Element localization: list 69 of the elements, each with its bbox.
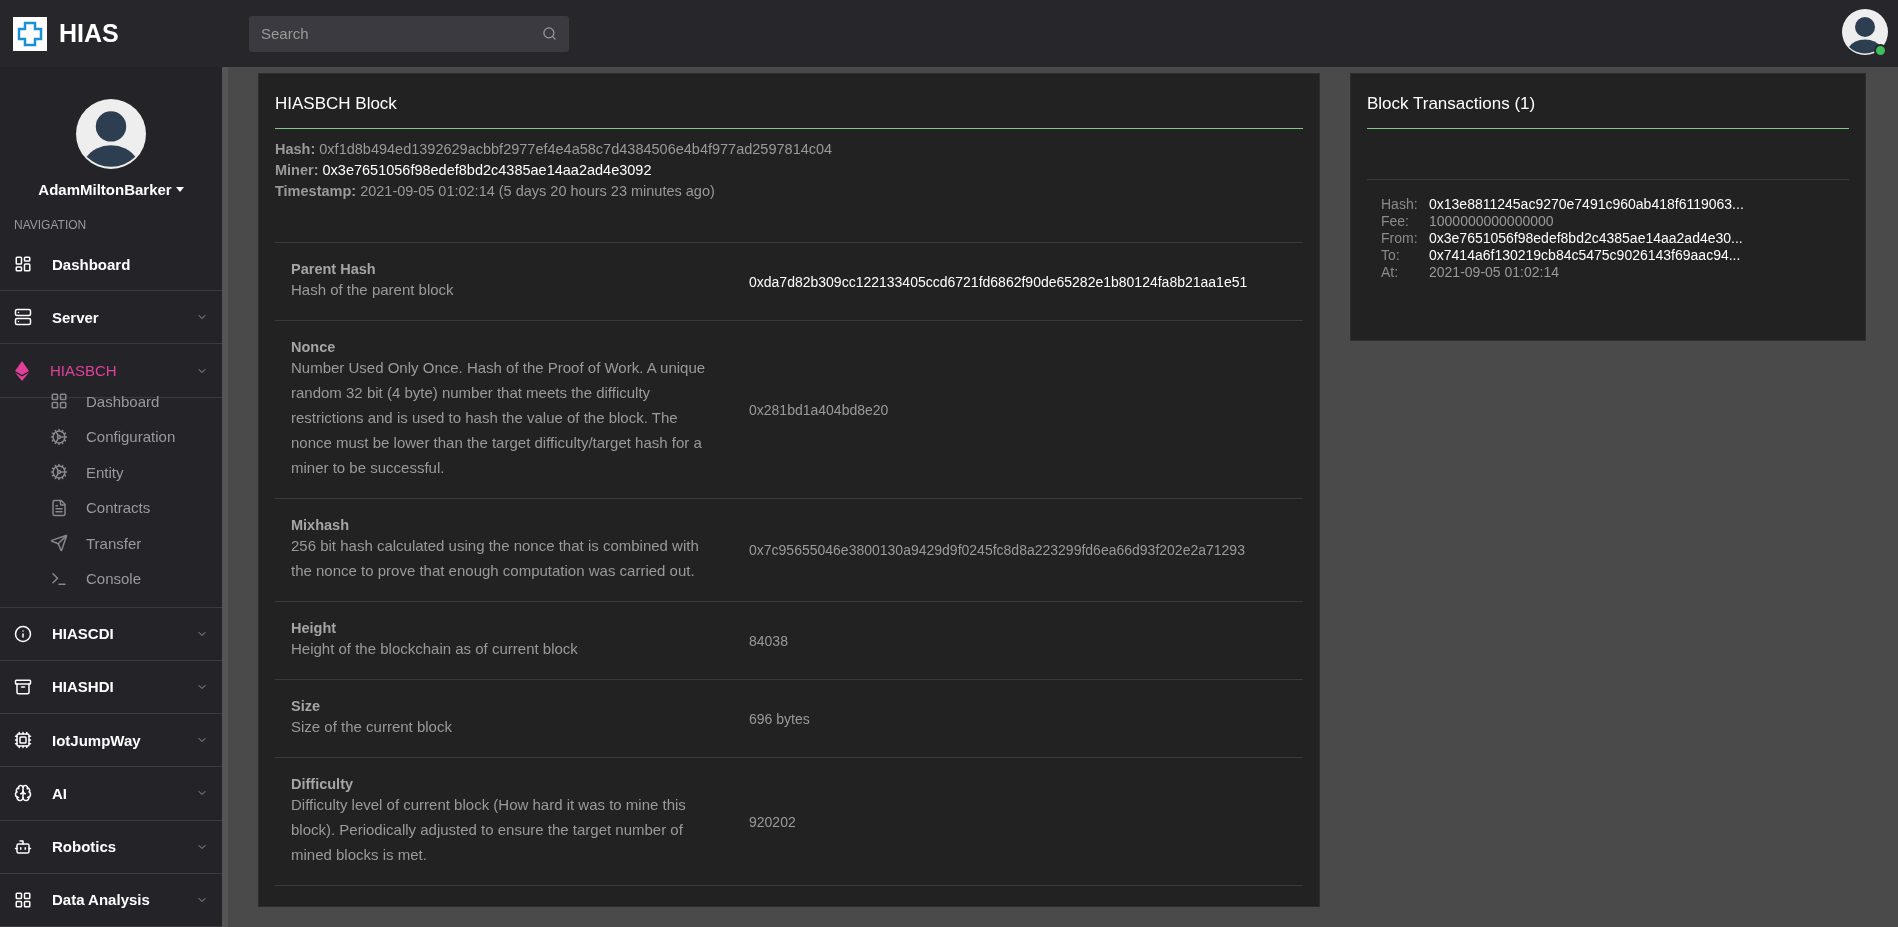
diamond-icon	[14, 360, 30, 381]
field-value: 0x13e8811245ac9270e7491c960ab418f6119063...	[1429, 196, 1745, 212]
nav-item[interactable]: Dashboard	[0, 238, 222, 292]
card-title: HIASBCH Block	[275, 94, 1303, 129]
field-label: Parent Hash	[291, 261, 377, 277]
field-label: Hash:	[1381, 196, 1419, 212]
nav-icon	[14, 731, 32, 750]
nav-icon	[14, 890, 32, 909]
card-title: Block Transactions (1)	[1367, 94, 1849, 129]
nav-icon	[14, 784, 32, 803]
user-menu[interactable]: AdamMiltonBarker	[38, 181, 184, 198]
nav-subitem[interactable]: Console	[0, 561, 222, 597]
nav-item[interactable]: Server	[0, 291, 222, 345]
meta-line: Miner: 0x3e7651056f98edef8bd2c4385ae14aa2ad4e3092	[275, 161, 653, 180]
field-value: 696 bytes	[749, 710, 811, 727]
field-value: 920202	[749, 813, 797, 830]
field-value: 0x7414a6f130219cb84c5475c9026143f69aac94...	[1429, 247, 1742, 263]
field-value: 0x281bd1a404bd8e20	[749, 401, 890, 418]
field-label: Mixhash	[291, 517, 350, 533]
nav-icon	[50, 427, 68, 446]
field-label: Size	[291, 698, 321, 714]
field-label: At:	[1381, 264, 1400, 280]
field-description: Size of the current block	[291, 717, 453, 737]
logo-icon	[13, 16, 47, 51]
nav-icon	[14, 308, 32, 327]
nav-subitem[interactable]: Entity	[0, 454, 222, 491]
nav-item[interactable]: IotJumpWay	[0, 714, 222, 768]
nav-icon	[14, 255, 32, 274]
search-field[interactable]: Search	[249, 15, 569, 52]
field-value: 1000000000000000	[1429, 213, 1555, 229]
nav-item[interactable]: HIASHDI	[0, 660, 222, 715]
field-description: 256 bit hash calculated using the nonce that is combined with the nonce to prove that enough computation was carried out.	[291, 536, 700, 581]
field-description: Hash of the parent block	[291, 280, 455, 300]
field-value: 0xda7d82b309cc122133405ccd6721fd6862f90de65282e1b80124fa8b21aa1e51	[749, 273, 1249, 290]
brand-name: HIAS	[59, 19, 119, 48]
field-value: 0x7c95655046e3800130a9429d9f0245fc8d8a223299fd6ea66d93f202e2a71293	[749, 542, 1246, 558]
section-label: NAVIGATION	[13, 217, 88, 234]
field-value: 2021-09-05 01:02:14	[1429, 264, 1560, 280]
nav-icon	[50, 392, 68, 411]
field-description: Difficulty level of current block (How hard it was to mine this block). Periodically adjusted to ensure the target number of mined blocks is met.	[291, 795, 687, 865]
nav-item[interactable]: Robotics	[0, 820, 222, 874]
nav-icon	[50, 463, 68, 482]
field-value: 84038	[749, 632, 789, 649]
nav-subitem[interactable]: Configuration	[0, 419, 222, 455]
field-label: To:	[1381, 247, 1401, 263]
field-value: 0x3e7651056f98edef8bd2c4385ae14aa2ad4e30...	[1429, 230, 1744, 246]
caret-icon	[175, 187, 184, 192]
nav-icon	[14, 678, 32, 696]
nav-subitem[interactable]: Transfer	[0, 525, 222, 562]
nav-icon	[50, 534, 68, 553]
nav-icon	[50, 498, 68, 517]
nav-icon	[14, 837, 32, 856]
search-icon	[542, 25, 557, 41]
nav-item[interactable]: AI	[0, 767, 222, 821]
field-description: Height of the blockchain as of current block	[291, 639, 579, 659]
meta-line: Timestamp: 2021-09-05 01:02:14 (5 days 20 hours 23 minutes ago)	[275, 182, 716, 201]
field-label: Height	[291, 620, 338, 636]
avatar-icon[interactable]	[1842, 8, 1888, 55]
field-description: Number Used Only Once. Hash of the Proof of Work. A unique random 32 bit (4 byte) number that meets the difficulty restrictions and is used to hash the value of the block. The nonce must be lower than the target difficulty/target hash for a miner to be successful.	[291, 358, 707, 478]
meta-line: Hash: 0xf1d8b494ed1392629acbbf2977ef4e4a58c7d4384506e4b4f977ad2597814c04	[275, 140, 834, 159]
field-label: From:	[1381, 230, 1419, 246]
nav-icon	[14, 624, 32, 643]
nav-subitem[interactable]: Contracts	[0, 490, 222, 526]
nav-item[interactable]: HIASCDI	[0, 607, 222, 661]
field-label: Difficulty	[291, 776, 355, 792]
field-label: Nonce	[291, 339, 337, 355]
avatar-icon	[76, 99, 146, 169]
field-label: Fee:	[1381, 213, 1410, 229]
nav-item[interactable]: Data Analysis	[0, 873, 222, 927]
